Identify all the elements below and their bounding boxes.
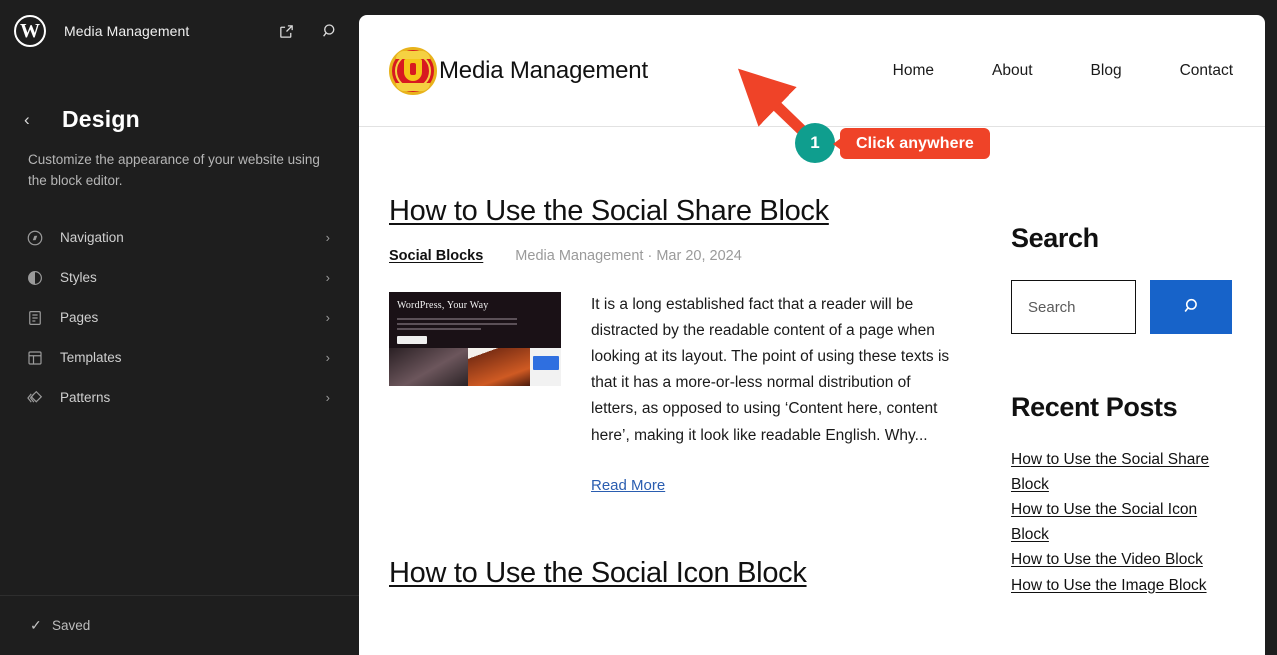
page-title: Design: [62, 106, 140, 132]
back-button[interactable]: ‹: [24, 111, 48, 128]
site-body: How to Use the Social Share Block Social…: [359, 127, 1265, 598]
list-item[interactable]: How to Use the Social Icon Block: [1011, 497, 1233, 547]
search-widget-heading: Search: [1011, 223, 1099, 253]
site-branding[interactable]: Media Management: [389, 46, 648, 95]
chevron-right-icon: ›: [325, 230, 330, 246]
sidebar-header: W Media Management: [0, 0, 360, 62]
nav-link-contact[interactable]: Contact: [1180, 62, 1233, 80]
sidebar-item-templates[interactable]: Templates ›: [16, 338, 344, 378]
post-thumbnail[interactable]: WordPress, Your Way: [389, 292, 561, 387]
search-icon[interactable]: [316, 17, 344, 45]
post-category-link[interactable]: Social Blocks: [389, 248, 483, 264]
manchester-united-crest-icon: [389, 46, 437, 95]
post-meta: Social Blocks Media Management · Mar 20,…: [389, 248, 961, 264]
thumbnail-title: WordPress, Your Way: [397, 300, 489, 312]
post-title-link-2[interactable]: How to Use the Social Icon Block: [389, 557, 961, 590]
site-brand-name: Media Management: [439, 56, 648, 84]
wordpress-logo-icon[interactable]: W: [14, 15, 46, 47]
post-excerpt: It is a long established fact that a rea…: [591, 296, 950, 444]
post-author-date: Media Management · Mar 20, 2024: [515, 248, 742, 265]
editor-sidebar: W Media Management ‹ Design Customize th…: [0, 0, 360, 655]
post-body: WordPress, Your Way It is a long establi…: [389, 292, 961, 448]
recent-posts-list: How to Use the Social Share Block How to…: [1011, 447, 1233, 598]
sidebar-item-label: Templates: [60, 350, 122, 366]
sidebar-back-row: ‹ Design: [0, 62, 360, 133]
site-preview-canvas[interactable]: Media Management Home About Blog Contact…: [359, 15, 1265, 655]
sidebar-menu: Navigation › Styles › Pages › Templates …: [0, 218, 360, 418]
sidebar-item-pages[interactable]: Pages ›: [16, 298, 344, 338]
thumbnail-button: [397, 336, 427, 345]
search-submit-button[interactable]: [1150, 280, 1232, 334]
nav-link-home[interactable]: Home: [893, 62, 934, 80]
chevron-right-icon: ›: [325, 310, 330, 326]
sidebar-item-label: Styles: [60, 270, 97, 286]
search-icon: [1181, 296, 1201, 319]
chevron-right-icon: ›: [325, 390, 330, 406]
search-widget: [1011, 280, 1233, 334]
patterns-stack-icon: [26, 388, 52, 408]
site-header: Media Management Home About Blog Contact: [359, 15, 1265, 127]
nav-link-about[interactable]: About: [992, 62, 1033, 80]
styles-contrast-icon: [26, 268, 52, 288]
nav-link-blog[interactable]: Blog: [1091, 62, 1122, 80]
navigation-compass-icon: [26, 228, 52, 248]
posts-column: How to Use the Social Share Block Social…: [389, 127, 961, 598]
post-entry: How to Use the Social Share Block Social…: [389, 195, 961, 495]
templates-layout-icon: [26, 348, 52, 368]
sidebar-item-patterns[interactable]: Patterns ›: [16, 378, 344, 418]
sidebar-save-status[interactable]: ✓ Saved: [0, 595, 360, 655]
sidebar-item-label: Navigation: [60, 230, 124, 246]
sidebar-item-label: Patterns: [60, 390, 111, 406]
search-input[interactable]: [1011, 280, 1136, 334]
thumbnail-text-lines: [397, 318, 517, 333]
save-status-label: Saved: [52, 618, 91, 633]
external-link-icon[interactable]: [272, 17, 300, 45]
read-more-link[interactable]: Read More: [591, 477, 665, 494]
list-item[interactable]: How to Use the Video Block: [1011, 547, 1233, 572]
list-item[interactable]: How to Use the Image Block: [1011, 573, 1233, 598]
post-title-link[interactable]: How to Use the Social Share Block: [389, 195, 961, 228]
thumbnail-tiles: [389, 348, 561, 387]
sidebar-site-title: Media Management: [64, 23, 190, 39]
recent-posts-heading: Recent Posts: [1011, 392, 1178, 422]
check-icon: ✓: [30, 617, 42, 633]
site-widget-sidebar: Search Recent Posts How to Use the Socia…: [1011, 127, 1233, 598]
app-root: W Media Management ‹ Design Customize th…: [0, 0, 1277, 655]
sidebar-item-navigation[interactable]: Navigation ›: [16, 218, 344, 258]
sidebar-item-label: Pages: [60, 310, 99, 326]
click-anywhere-tooltip[interactable]: Click anywhere: [833, 128, 990, 159]
sidebar-description: Customize the appearance of your website…: [28, 152, 320, 188]
chevron-right-icon: ›: [325, 270, 330, 286]
step-number-badge[interactable]: 1: [795, 123, 835, 163]
sidebar-item-styles[interactable]: Styles ›: [16, 258, 344, 298]
site-navigation: Home About Blog Contact: [893, 62, 1233, 80]
pages-document-icon: [26, 308, 52, 328]
list-item[interactable]: How to Use the Social Share Block: [1011, 447, 1233, 497]
sidebar-header-actions: [272, 17, 344, 45]
chevron-right-icon: ›: [325, 350, 330, 366]
